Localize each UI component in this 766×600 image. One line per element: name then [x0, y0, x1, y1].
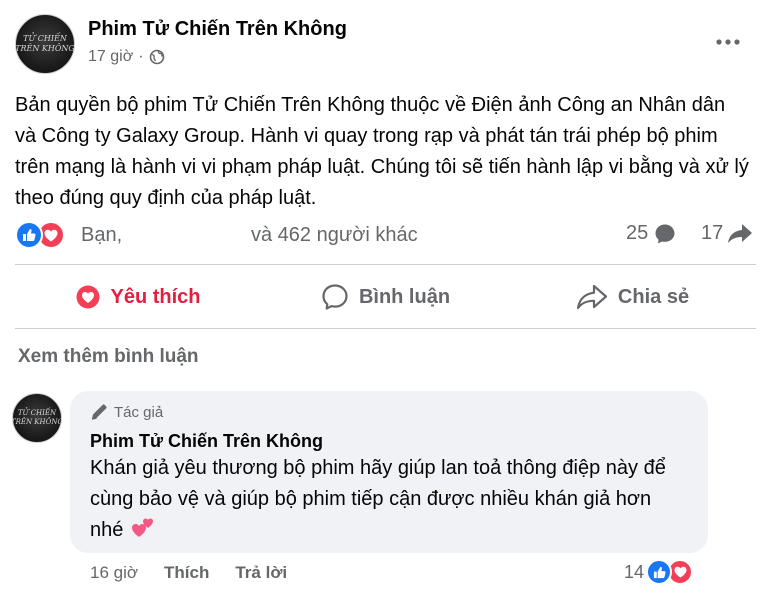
post-author-name[interactable]: Phim Tử Chiến Trên Không — [88, 18, 347, 41]
comment-reactions[interactable]: 14 — [624, 559, 694, 585]
comment-avatar-text-line1: TỬ CHIẾN — [17, 409, 57, 417]
share-count-value: 17 — [701, 222, 724, 244]
more-options-button[interactable] — [712, 30, 744, 54]
comment-icon — [321, 283, 349, 311]
like-button-label: Yêu thích — [110, 285, 201, 308]
comment-bubble-icon — [654, 223, 676, 245]
action-bar: Yêu thích Bình luận Chia sẻ — [15, 272, 756, 322]
reaction-others-text[interactable]: và 462 người khác — [251, 224, 418, 247]
post-header: TỬ CHIẾN TRÊN KHÔNG Phim Tử Chiến Trên K… — [0, 0, 766, 88]
meta-separator: · — [138, 48, 144, 65]
comment-avatar-text-line2: TRÊN KHÔNG — [12, 418, 62, 426]
pencil-icon — [90, 403, 108, 421]
share-button[interactable]: Chia sẻ — [509, 272, 756, 322]
comment-like-button[interactable]: Thích — [164, 563, 209, 583]
reactions-summary: Bạn, và 462 người khác 25 17 — [15, 220, 756, 252]
globe-icon — [149, 49, 165, 65]
two-hearts-icon — [131, 517, 155, 549]
share-icon — [576, 283, 608, 311]
author-badge: Tác giả — [90, 403, 163, 421]
comment-time[interactable]: 16 giờ — [90, 563, 138, 583]
comment-count-value: 25 — [626, 222, 649, 244]
like-button[interactable]: Yêu thích — [15, 272, 262, 322]
page-avatar[interactable]: TỬ CHIẾN TRÊN KHÔNG — [15, 14, 75, 74]
share-count[interactable]: 17 — [701, 222, 753, 245]
like-icon — [15, 221, 43, 249]
comment-button-label: Bình luận — [358, 285, 451, 308]
avatar-text-line2: TRÊN KHÔNG — [15, 44, 75, 53]
comment-count[interactable]: 25 — [626, 222, 676, 245]
reaction-you-text[interactable]: Bạn, — [81, 224, 122, 247]
post-body-text: Bản quyền bộ phim Tử Chiến Trên Không th… — [15, 94, 749, 209]
comment-avatar[interactable]: TỬ CHIẾN TRÊN KHÔNG — [12, 393, 62, 443]
reaction-icons[interactable] — [15, 221, 65, 249]
post-meta: 17 giờ · — [88, 48, 165, 66]
comment-actions: 16 giờ Thích Trả lời — [90, 563, 313, 583]
heart-icon — [76, 285, 100, 309]
author-badge-label: Tác giả — [114, 403, 164, 421]
share-arrow-icon — [727, 223, 753, 245]
comment-text-content: Khán giả yêu thương bộ phim hãy giúp lan… — [90, 457, 666, 541]
comment-reply-button[interactable]: Trả lời — [235, 563, 287, 583]
divider-bottom — [15, 328, 756, 329]
comment-text: Khán giả yêu thương bộ phim hãy giúp lan… — [90, 453, 690, 549]
comment-bubble: Tác giả Phim Tử Chiến Trên Không Khán gi… — [70, 391, 708, 553]
share-button-label: Chia sẻ — [617, 285, 690, 308]
divider-top — [15, 264, 756, 265]
comment-author-name[interactable]: Phim Tử Chiến Trên Không — [90, 431, 323, 452]
post-time[interactable]: 17 giờ — [88, 48, 133, 66]
see-more-comments-link[interactable]: Xem thêm bình luận — [18, 346, 199, 368]
avatar-text-line1: TỬ CHIẾN — [23, 34, 67, 43]
like-icon — [646, 559, 673, 585]
comment-reaction-count: 14 — [624, 561, 645, 582]
comment-button[interactable]: Bình luận — [262, 272, 509, 322]
